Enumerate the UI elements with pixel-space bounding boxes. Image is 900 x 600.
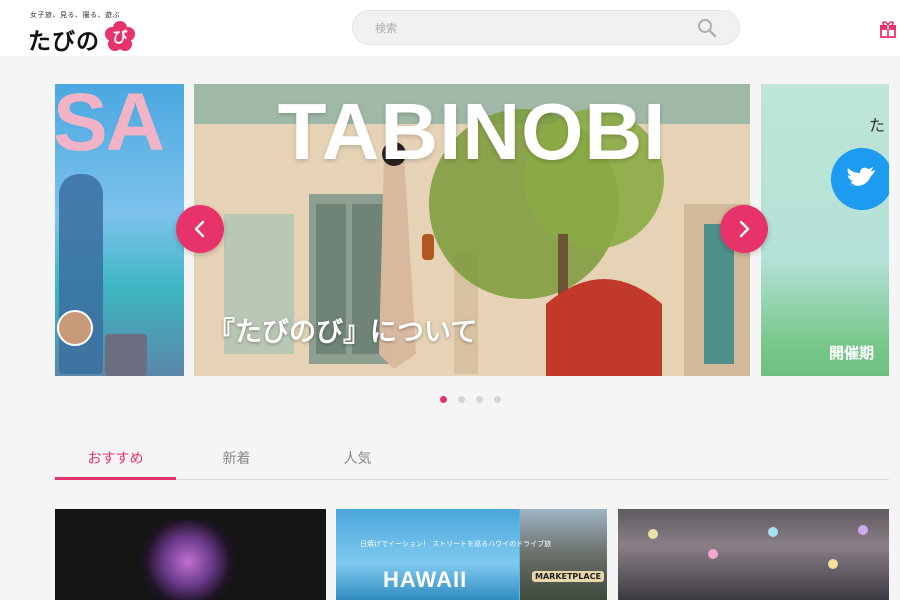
tab-new[interactable]: 新着	[176, 448, 297, 480]
search-input[interactable]: 検索	[375, 20, 397, 36]
article-tabs: おすすめ 新着 人気	[55, 440, 889, 480]
twitter-icon	[831, 148, 889, 210]
carousel-dot[interactable]	[476, 396, 483, 403]
tab-label: 人気	[343, 451, 372, 467]
hero-title: TABINOBI	[277, 87, 667, 176]
carousel-dot[interactable]	[440, 396, 447, 403]
carousel-dot[interactable]	[458, 396, 465, 403]
site-logo[interactable]: 女子旅、見る、撮る、遊ぶ たびの び	[28, 10, 143, 55]
slide-prev-text: SA	[55, 84, 165, 168]
search-bar[interactable]: 検索	[352, 10, 740, 45]
tab-label: 新着	[222, 451, 251, 467]
light-bulb	[708, 549, 718, 559]
light-bulb	[768, 527, 778, 537]
light-bulb	[648, 529, 658, 539]
carousel-prev-button[interactable]	[176, 205, 224, 253]
tab-popular[interactable]: 人気	[297, 448, 418, 480]
light-bulb	[858, 525, 868, 535]
article-card[interactable]	[618, 509, 889, 600]
light-bulb	[828, 559, 838, 569]
search-icon[interactable]	[697, 18, 717, 38]
carousel-next-button[interactable]	[720, 205, 768, 253]
site-header: 女子旅、見る、撮る、遊ぶ たびの び 検索	[0, 0, 900, 56]
logo-wordmark: たびの	[28, 28, 100, 55]
carousel-slide-active[interactable]: TABINOBI 『たびのび』について	[194, 84, 750, 376]
logo-mark: び	[112, 28, 127, 46]
suitcase-image	[105, 334, 147, 376]
author-avatar	[57, 310, 93, 346]
article-card[interactable]	[55, 509, 326, 600]
carousel-slide-prev[interactable]: SA	[55, 84, 184, 376]
tab-recommended[interactable]: おすすめ	[55, 448, 176, 480]
article-card[interactable]: 日焼けでイーション！ ストリートを巡るハワイのドライブ旅 HAWAII MARK…	[336, 509, 607, 600]
slide-next-text: 開催期	[829, 344, 875, 362]
chevron-left-icon	[194, 220, 205, 238]
hero-carousel: SA TABINOBI 『たびのび』について た 開催期	[0, 84, 900, 376]
logo-flower-icon: び	[105, 21, 135, 51]
carousel-slide-next[interactable]: た 開催期	[761, 84, 889, 376]
carousel-dot[interactable]	[494, 396, 501, 403]
logo-tagline: 女子旅、見る、撮る、遊ぶ	[30, 11, 120, 19]
card-subtitle: 日焼けでイーション！ ストリートを巡るハワイのドライブ旅	[360, 540, 552, 548]
chevron-right-icon	[739, 220, 750, 238]
marketplace-sign: MARKETPLACE	[532, 571, 604, 582]
tab-label: おすすめ	[87, 451, 144, 467]
card-overlay-title: HAWAII	[383, 567, 468, 592]
gift-icon[interactable]	[878, 18, 898, 38]
marketplace-image	[520, 509, 607, 600]
fireworks-image	[133, 519, 243, 600]
slide-next-partial: た	[869, 116, 886, 135]
hero-caption[interactable]: 『たびのび』について	[208, 310, 477, 349]
